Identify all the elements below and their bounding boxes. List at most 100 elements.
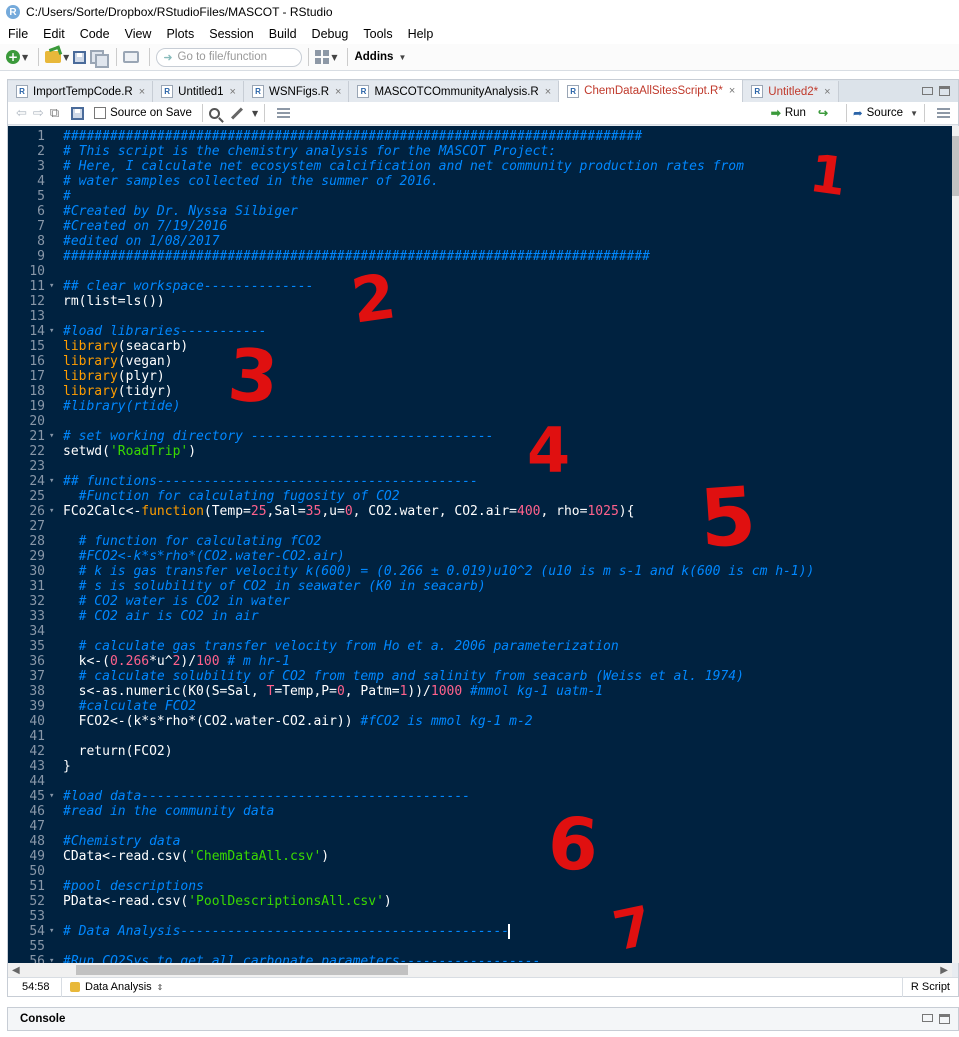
minimize-pane-icon[interactable] — [922, 1014, 933, 1022]
horizontal-scroll-thumb[interactable] — [76, 965, 408, 975]
search-icon[interactable] — [208, 107, 220, 119]
editor-tab[interactable]: R ChemDataAllSitesScript.R* × — [559, 80, 744, 102]
code-line[interactable]: 31 # s is solubility of CO2 in seawater … — [8, 579, 952, 594]
code-line[interactable]: 38 s<-as.numeric(K0(S=Sal, T=Temp,P=0, P… — [8, 684, 952, 699]
fold-toggle-icon[interactable]: ▾ — [49, 924, 54, 939]
menu-file[interactable]: File — [8, 27, 28, 41]
chevron-down-icon[interactable]: ▼ — [252, 109, 258, 118]
close-tab-icon[interactable]: × — [335, 86, 341, 98]
code-line[interactable]: 23 — [8, 459, 952, 474]
code-tools-wand-icon[interactable] — [230, 106, 243, 120]
close-tab-icon[interactable]: × — [729, 85, 735, 97]
menu-code[interactable]: Code — [80, 27, 110, 41]
code-line[interactable]: 39 #calculate FCO2 — [8, 699, 952, 714]
code-line[interactable]: 32 # CO2 water is CO2 in water — [8, 594, 952, 609]
code-line[interactable]: 50 — [8, 864, 952, 879]
source-on-save-checkbox[interactable]: Source on Save — [94, 107, 192, 119]
scroll-right-icon[interactable]: ▶ — [940, 965, 948, 976]
rerun-icon[interactable]: ↪ — [818, 106, 828, 120]
editor-tab[interactable]: R WSNFigs.R × — [243, 81, 350, 102]
code-line[interactable]: 17 library(plyr) — [8, 369, 952, 384]
console-pane-header[interactable]: Console — [7, 1007, 959, 1031]
close-tab-icon[interactable]: × — [824, 86, 830, 98]
code-line[interactable]: 25 #Function for calculating fugosity of… — [8, 489, 952, 504]
close-tab-icon[interactable]: × — [230, 86, 236, 98]
save-button[interactable] — [73, 47, 87, 67]
menu-debug[interactable]: Debug — [312, 27, 349, 41]
code-line[interactable]: 53 — [8, 909, 952, 924]
code-line[interactable]: 13 — [8, 309, 952, 324]
print-button[interactable] — [123, 47, 140, 67]
code-line[interactable]: 21 ▾ # set working directory -------------… — [8, 429, 952, 444]
code-line[interactable]: 49 CData<-read.csv('ChemDataAll.csv') — [8, 849, 952, 864]
code-line[interactable]: 26 ▾ FCo2Calc<-function(Temp=25,Sal=35,u=0… — [8, 504, 952, 519]
fold-toggle-icon[interactable]: ▾ — [49, 324, 54, 339]
horizontal-scrollbar[interactable]: ◀ ▶ — [8, 963, 952, 977]
fold-toggle-icon[interactable]: ▾ — [49, 474, 54, 489]
code-line[interactable]: 18 library(tidyr) — [8, 384, 952, 399]
vertical-scroll-thumb[interactable] — [952, 136, 959, 196]
code-line[interactable]: 9 #######################################… — [8, 249, 952, 264]
code-line[interactable]: 30 # k is gas transfer velocity k(600) =… — [8, 564, 952, 579]
code-line[interactable]: 36 k<-(0.266*u^2)/100 # m hr-1 — [8, 654, 952, 669]
open-file-button[interactable]: ▼ — [45, 47, 69, 67]
code-line[interactable]: 27 — [8, 519, 952, 534]
code-line[interactable]: 8 #edited on 1/08/2017 — [8, 234, 952, 249]
code-line[interactable]: 7 #Created on 7/19/2016 — [8, 219, 952, 234]
code-line[interactable]: 33 # CO2 air is CO2 in air — [8, 609, 952, 624]
menu-edit[interactable]: Edit — [43, 27, 65, 41]
console-tab[interactable]: Console — [20, 1013, 65, 1025]
code-line[interactable]: 11 ▾ ## clear workspace-------------- — [8, 279, 952, 294]
editor-tab[interactable]: R MASCOTCOmmunityAnalysis.R × — [349, 81, 560, 102]
code-line[interactable]: 19 #library(rtide) — [8, 399, 952, 414]
run-button[interactable]: ➡ Run — [771, 106, 806, 120]
save-document-icon[interactable] — [71, 106, 85, 120]
workspace-panes-button[interactable]: ▼ — [315, 47, 337, 67]
new-file-button[interactable]: + ▼ — [6, 47, 28, 67]
code-line[interactable]: 42 return(FCO2) — [8, 744, 952, 759]
code-line[interactable]: 35 # calculate gas transfer velocity fro… — [8, 639, 952, 654]
menu-session[interactable]: Session — [209, 27, 253, 41]
close-tab-icon[interactable]: × — [545, 86, 551, 98]
fold-toggle-icon[interactable]: ▾ — [49, 954, 54, 963]
source-button[interactable]: ➦ Source ▼ — [853, 106, 918, 120]
fold-toggle-icon[interactable]: ▾ — [49, 504, 54, 519]
fold-toggle-icon[interactable]: ▾ — [49, 789, 54, 804]
menu-tools[interactable]: Tools — [363, 27, 392, 41]
document-outline-icon[interactable] — [937, 108, 950, 118]
fold-toggle-icon[interactable]: ▾ — [49, 279, 54, 294]
checkbox-icon[interactable] — [94, 107, 107, 119]
maximize-pane-icon[interactable] — [939, 1014, 950, 1024]
close-tab-icon[interactable]: × — [139, 86, 145, 98]
code-line[interactable]: 55 — [8, 939, 952, 954]
code-line[interactable]: 22 setwd('RoadTrip') — [8, 444, 952, 459]
code-line[interactable]: 48 #Chemistry data — [8, 834, 952, 849]
code-line[interactable]: 40 FCO2<-(k*s*rho*(CO2.water-CO2.air)) #… — [8, 714, 952, 729]
code-line[interactable]: 45 ▾ #load data---------------------------… — [8, 789, 952, 804]
code-line[interactable]: 52 PData<-read.csv('PoolDescriptionsAll.c… — [8, 894, 952, 909]
menu-help[interactable]: Help — [408, 27, 434, 41]
menu-view[interactable]: View — [125, 27, 152, 41]
forward-arrow-icon[interactable]: ⇨ — [33, 106, 44, 121]
code-line[interactable]: 28 # function for calculating fCO2 — [8, 534, 952, 549]
maximize-pane-icon[interactable] — [939, 86, 950, 96]
file-type-selector[interactable]: R Script — [901, 977, 958, 997]
code-editor[interactable]: 1 #######################################… — [8, 126, 952, 963]
editor-tab[interactable]: R ImportTempCode.R × — [8, 81, 154, 102]
editor-tab[interactable]: R Untitled1 × — [153, 81, 244, 102]
code-line[interactable]: 34 — [8, 624, 952, 639]
code-line[interactable]: 6 #Created by Dr. Nyssa Silbiger — [8, 204, 952, 219]
code-line[interactable]: 14 ▾ #load libraries----------- — [8, 324, 952, 339]
goto-file-input[interactable]: ➜ Go to file/function — [156, 47, 303, 67]
code-line[interactable]: 37 # calculate solubility of CO2 from te… — [8, 669, 952, 684]
compile-report-icon[interactable] — [277, 108, 291, 118]
code-line[interactable]: 41 — [8, 729, 952, 744]
menu-plots[interactable]: Plots — [166, 27, 194, 41]
code-line[interactable]: 56 ▾ #Run CO2Sys to get all carbonate para… — [8, 954, 952, 963]
code-line[interactable]: 46 #read in the community data — [8, 804, 952, 819]
code-line[interactable]: 43} — [8, 759, 952, 774]
save-all-button[interactable] — [90, 47, 110, 68]
code-line[interactable]: 24 ▾ ## functions-------------------------… — [8, 474, 952, 489]
code-line[interactable]: 1 #######################################… — [8, 129, 952, 144]
scope-selector[interactable]: Data Analysis ⇕ — [62, 981, 163, 993]
